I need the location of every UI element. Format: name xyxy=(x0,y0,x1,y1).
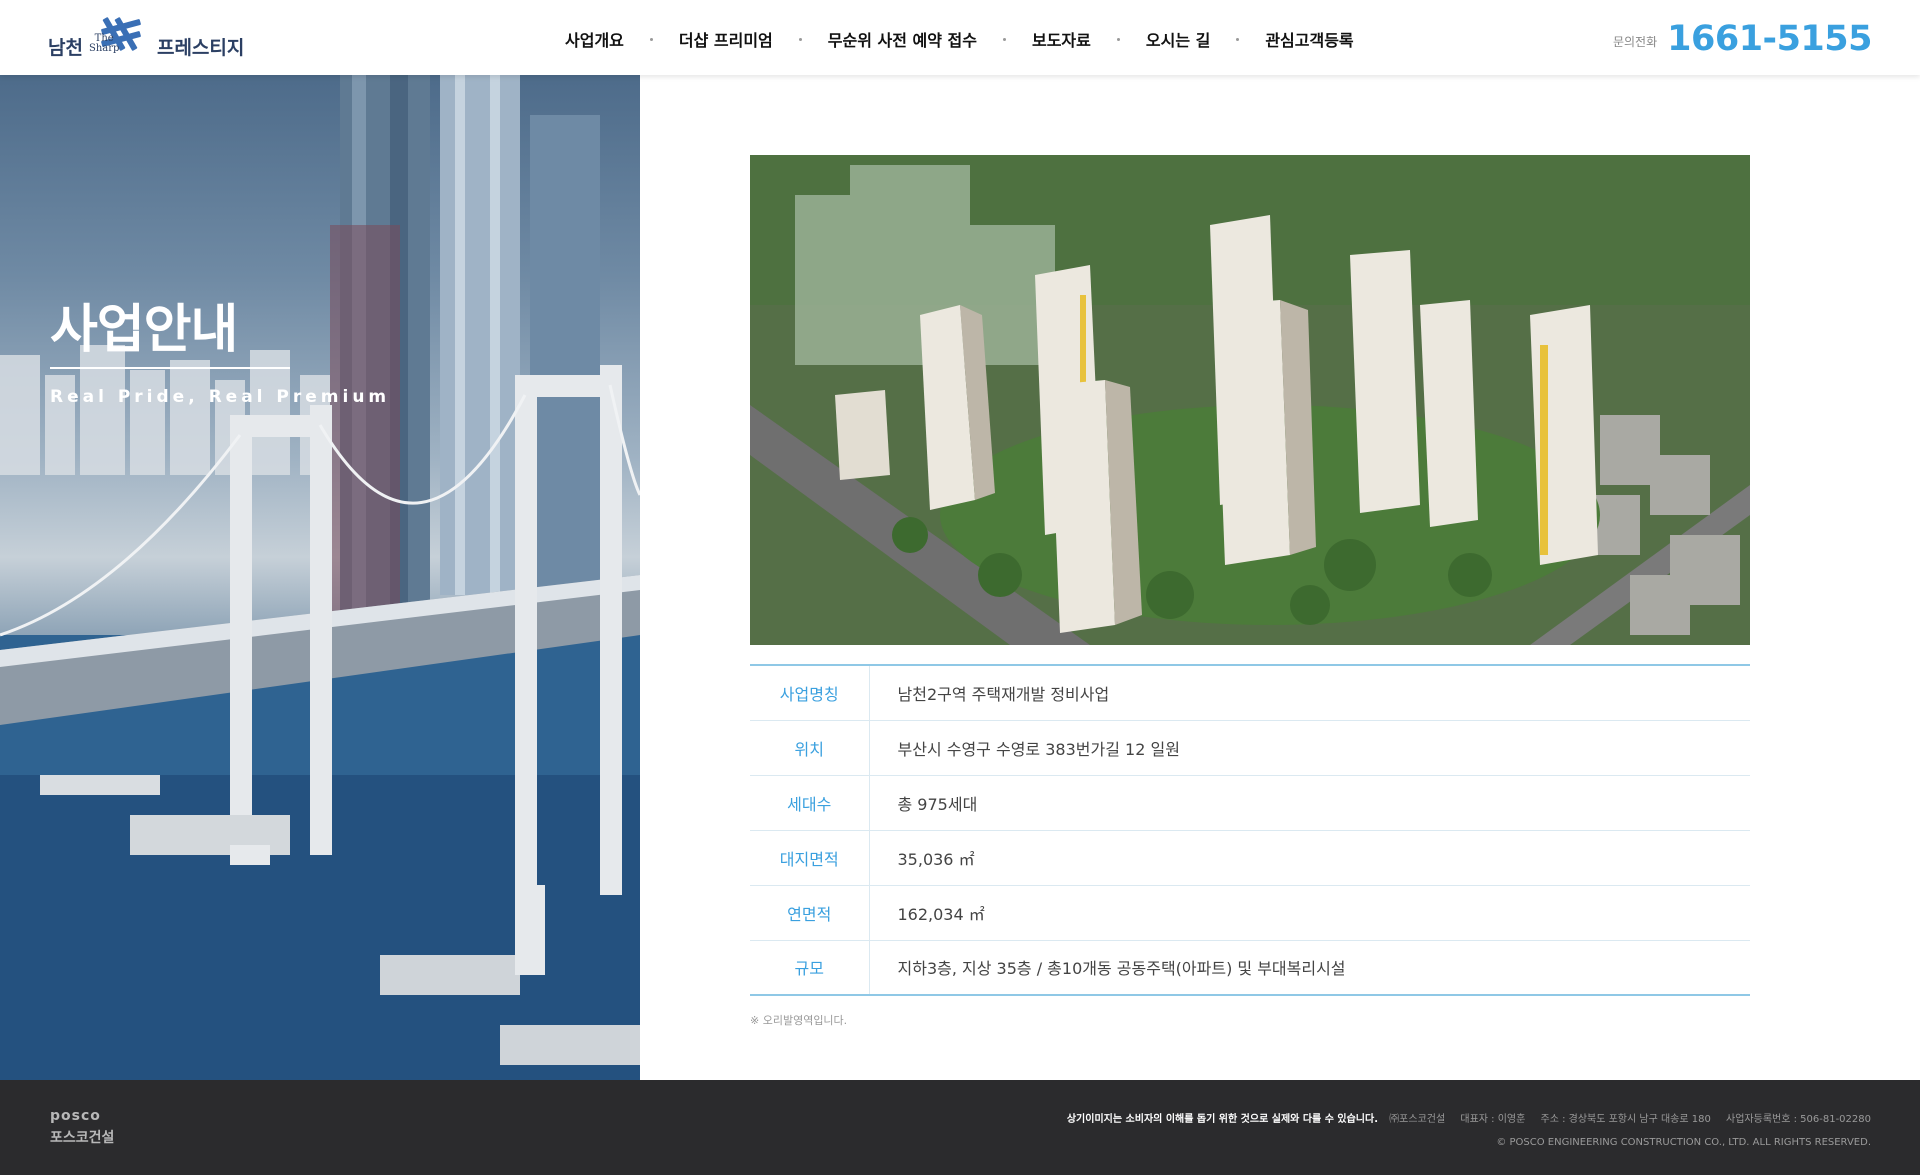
complex-aerial-rendering-image xyxy=(750,155,1750,645)
row-label-households: 세대수 xyxy=(750,775,870,830)
row-label-floor-area: 연면적 xyxy=(750,885,870,940)
nav-item-interest-registration[interactable]: 관심고객등록 xyxy=(1265,27,1353,51)
row-value-floor-area: 162,034 ㎡ xyxy=(897,904,985,924)
nav-item-directions[interactable]: 오시는 길 xyxy=(1146,27,1210,51)
footer-company: ㈜포스코건설 xyxy=(1389,1114,1446,1125)
site-header: 남천 The Sharp 프레스티지 사업개요 더샵 프리미엄 무순위 사전 예… xyxy=(0,0,1920,75)
footer-address: 주소 : 경상북도 포항시 남구 대송로 180 xyxy=(1540,1114,1711,1125)
nav-item-press-release[interactable]: 보도자료 xyxy=(1032,27,1091,51)
logo-the-sharp-text: The Sharp xyxy=(89,34,119,54)
footer-company-row: 상기이미지는 소비자의 이해를 돕기 위한 것으로 실제와 다를 수 있습니다.… xyxy=(1067,1110,1871,1125)
section-title: 사업안내 xyxy=(50,300,238,360)
footer-ceo: 대표자 : 이영훈 xyxy=(1460,1114,1526,1125)
logo-text-right: 프레스티지 xyxy=(156,37,245,59)
project-info-table: 사업명칭 남천2구역 주택재개발 정비사업 위치 부산시 수영구 수영로 383… xyxy=(750,664,1750,996)
posco-kor-text: 포스코건설 xyxy=(50,1130,115,1146)
row-value-households: 총 975세대 xyxy=(897,794,978,814)
nav-separator-dot xyxy=(1236,37,1240,41)
row-label-site-area: 대지면적 xyxy=(750,830,870,885)
footer-brand-logo: posco 포스코건설 xyxy=(50,1108,114,1147)
nav-item-thesharp-premium[interactable]: 더샵 프리미엄 xyxy=(679,27,773,51)
section-slogan: Real Pride, Real Premium xyxy=(50,387,391,407)
footer-copyright: © POSCO ENGINEERING CONSTRUCTION CO., LT… xyxy=(1496,1137,1871,1148)
logo-text-left: 남천 xyxy=(48,37,83,59)
phone-number[interactable]: 1661-5155 xyxy=(1667,19,1872,59)
image-disclaimer: ※ 오리발영역입니다. xyxy=(750,1014,848,1027)
site-logo[interactable]: 남천 The Sharp 프레스티지 xyxy=(48,14,244,60)
row-label-location: 위치 xyxy=(750,720,870,775)
table-row: 대지면적 35,036 ㎡ xyxy=(750,830,1750,885)
row-label-project-name: 사업명칭 xyxy=(750,665,870,720)
posco-logo-text: posco xyxy=(50,1108,101,1124)
bridge-cityscape-image xyxy=(0,75,640,1080)
nav-separator-dot xyxy=(798,37,802,41)
footer-info: 상기이미지는 소비자의 이해를 돕기 위한 것으로 실제와 다를 수 있습니다.… xyxy=(1067,1110,1871,1148)
row-label-scale: 규모 xyxy=(750,940,870,995)
hero-visual: 사업안내 Real Pride, Real Premium xyxy=(0,75,640,1080)
footer-biz-number: 사업자등록번호 : 506-81-02280 xyxy=(1726,1114,1871,1125)
row-value-location: 부산시 수영구 수영로 383번가길 12 일원 xyxy=(897,739,1180,759)
row-value-project-name: 남천2구역 주택재개발 정비사업 xyxy=(897,684,1110,704)
phone-label: 문의전화 xyxy=(1612,34,1658,49)
site-footer: posco 포스코건설 상기이미지는 소비자의 이해를 돕기 위한 것으로 실제… xyxy=(0,1080,1920,1175)
table-row: 세대수 총 975세대 xyxy=(750,775,1750,830)
nav-separator-dot xyxy=(1002,37,1006,41)
footer-notice: 상기이미지는 소비자의 이해를 돕기 위한 것으로 실제와 다를 수 있습니다. xyxy=(1066,1114,1378,1125)
main-content: 사업명칭 남천2구역 주택재개발 정비사업 위치 부산시 수영구 수영로 383… xyxy=(640,75,1920,1080)
table-row: 위치 부산시 수영구 수영로 383번가길 12 일원 xyxy=(750,720,1750,775)
title-divider xyxy=(50,367,290,369)
logo-sharp: Sharp xyxy=(88,43,120,54)
nav-separator-dot xyxy=(1116,37,1120,41)
table-row: 사업명칭 남천2구역 주택재개발 정비사업 xyxy=(750,665,1750,720)
nav-item-business-overview[interactable]: 사업개요 xyxy=(565,27,624,51)
the-sharp-logo-icon: The Sharp xyxy=(87,14,153,60)
main-nav: 사업개요 더샵 프리미엄 무순위 사전 예약 접수 보도자료 오시는 길 관심고… xyxy=(565,27,1354,51)
table-row: 규모 지하3층, 지상 35층 / 총10개동 공동주택(아파트) 및 부대복리… xyxy=(750,940,1750,995)
nav-item-pre-reservation[interactable]: 무순위 사전 예약 접수 xyxy=(828,27,977,51)
row-value-site-area: 35,036 ㎡ xyxy=(897,849,975,869)
contact-phone[interactable]: 문의전화 1661-5155 xyxy=(1612,19,1873,59)
table-row: 연면적 162,034 ㎡ xyxy=(750,885,1750,940)
row-value-scale: 지하3층, 지상 35층 / 총10개동 공동주택(아파트) 및 부대복리시설 xyxy=(897,959,1346,979)
nav-separator-dot xyxy=(649,37,653,41)
